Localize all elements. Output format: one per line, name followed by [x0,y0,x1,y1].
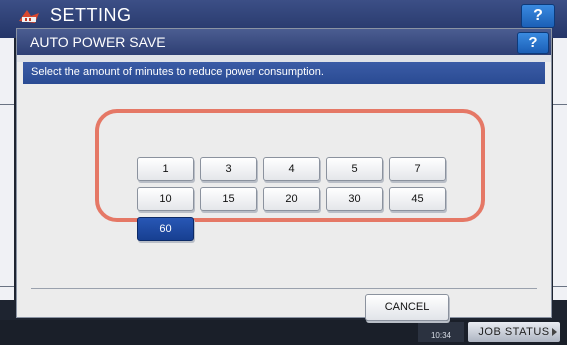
cancel-button[interactable]: CANCEL [365,294,449,321]
status-date-obscured [418,322,464,331]
auto-power-save-dialog: AUTO POWER SAVE ? Select the amount of m… [16,28,552,321]
dialog-title: AUTO POWER SAVE [30,34,166,50]
dialog-help-button[interactable]: ? [517,32,549,54]
setting-help-button[interactable]: ? [521,4,555,28]
minute-option-button[interactable]: 20 [263,187,320,211]
job-status-label: JOB STATUS [478,326,550,338]
background-divider [0,286,14,287]
dialog-titlebar: AUTO POWER SAVE ? [17,29,551,55]
status-clock: 10:34 [418,322,464,342]
background-divider [0,104,14,105]
background-divider [553,286,567,287]
minute-option-button[interactable]: 45 [389,187,446,211]
background-divider [553,104,567,105]
minute-option-button[interactable]: 4 [263,157,320,181]
background-panel-right [553,38,567,300]
minute-option-button[interactable]: 5 [326,157,383,181]
minute-option-button[interactable]: 30 [326,187,383,211]
dialog-inset [17,55,551,62]
setting-logo-icon [19,10,39,23]
minute-option-button[interactable]: 15 [200,187,257,211]
minute-option-button-selected[interactable]: 60 [137,217,194,241]
background-panel-left [0,38,14,300]
minute-option-button[interactable]: 1 [137,157,194,181]
minute-option-button[interactable]: 3 [200,157,257,181]
setting-title: SETTING [50,5,132,25]
minute-option-button[interactable]: 7 [389,157,446,181]
instruction-bar: Select the amount of minutes to reduce p… [23,62,545,84]
status-time: 10:34 [430,331,452,340]
arrow-right-icon [552,328,557,336]
job-status-button[interactable]: JOB STATUS [468,322,560,342]
dialog-divider [31,288,537,289]
instruction-text: Select the amount of minutes to reduce p… [31,66,324,78]
minute-option-button[interactable]: 10 [137,187,194,211]
device-screen: SETTING ? 10:34 JOB STATUS AUTO POWER SA… [0,0,567,345]
